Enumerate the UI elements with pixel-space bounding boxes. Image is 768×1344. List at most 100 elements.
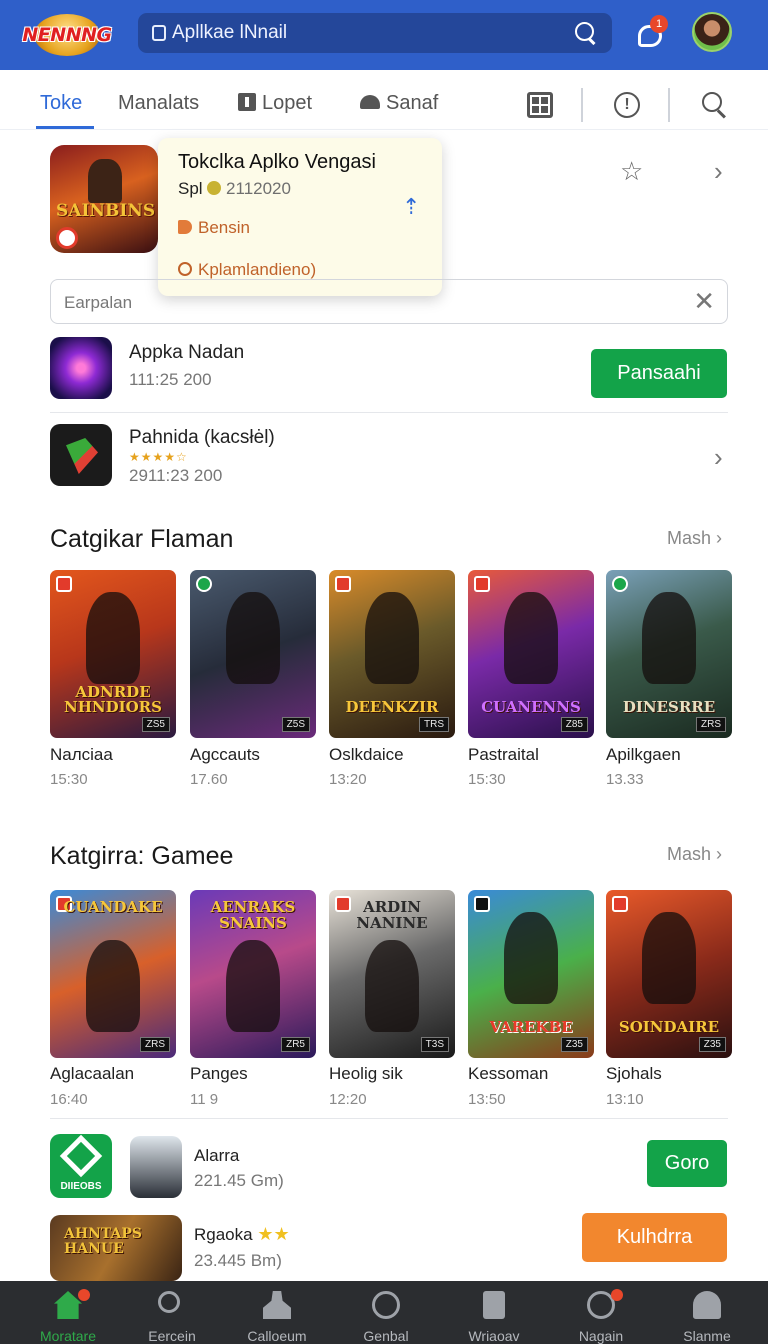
nav-label: Genbal [363,1328,409,1344]
game-card[interactable]: DINESRRE ZRS [606,570,732,738]
app-icon[interactable] [50,424,112,486]
app-logo[interactable]: NENNNG [22,12,112,58]
chevron-right-icon[interactable]: › [714,442,723,473]
card-label[interactable]: Oslkdaice [329,745,404,765]
featured-thumbnail[interactable]: SAINBINS [50,145,158,253]
tab-sanaf[interactable]: Sanaf [360,92,438,115]
game-card[interactable]: DEENKZIR TRS [329,570,455,738]
see-more-link[interactable]: Mash › [667,528,722,549]
app-icon[interactable]: AHNTAPS HANUE [50,1215,182,1281]
app-icon[interactable]: DIIEOBS [50,1134,112,1198]
ribbon-icon [335,576,351,592]
app-icon[interactable] [130,1136,182,1198]
filter-input[interactable]: Earpalan ✕ [50,279,728,324]
nav-item-community[interactable]: Calloeum [229,1281,325,1344]
card-label[interactable]: Agccauts [190,745,260,765]
diamond-icon [59,1134,103,1178]
ribbon-icon [196,576,212,592]
card-label[interactable]: Sjohals [606,1064,662,1084]
nav-label: Moratare [39,1328,97,1344]
game-card[interactable]: VAREKBE Z35 [468,890,594,1058]
search-bar[interactable]: Apllkae lNnail [138,13,612,53]
avatar[interactable] [692,12,732,52]
nav-item-search[interactable]: Eercein [124,1281,220,1344]
app-name[interactable]: Appka Nadan [129,342,244,364]
popup-item-schedule[interactable]: Kplamlandieno) [178,260,316,280]
section-title: Katgirra: Gamee [50,842,234,870]
app-icon[interactable] [50,337,112,399]
thumbnail-badge [56,227,78,249]
game-card[interactable]: CUANDAKE ZRS [50,890,176,1058]
game-card[interactable]: AENRAKS SNAINS ZR5 [190,890,316,1058]
popup-item-bensin[interactable]: Bensin [178,218,250,238]
nav-item-profile[interactable]: Slanme [659,1281,755,1344]
ribbon-icon [474,896,490,912]
nav-label: Eercein [148,1328,196,1344]
tab-lopet[interactable]: Lopet [238,92,312,115]
divider [50,1118,728,1119]
card-time: 15:30 [468,771,506,788]
search-icon[interactable] [574,21,598,45]
tab-toke[interactable]: Toke [40,92,82,115]
game-card[interactable]: SOINDAIRE Z35 [606,890,732,1058]
app-meta: 111:25 200 [129,370,212,389]
card-label[interactable]: Naлciaa [50,745,113,765]
see-more-label: Mash [667,528,712,548]
app-meta: 221.45 Gm) [194,1171,284,1190]
card-label[interactable]: Panges [190,1064,248,1084]
app-name[interactable]: Pahnida (kacsłėl) [129,427,275,449]
search-icon [158,1291,180,1313]
notification-badge: 1 [650,15,668,33]
card-time: 13:10 [606,1091,644,1108]
game-card[interactable]: ARDIN NANINE T3S [329,890,455,1058]
install-button[interactable]: Pansaahi [591,349,727,398]
thumbnail-title: SAINBINS [56,201,156,221]
alert-icon[interactable]: ! [614,92,640,118]
card-tag: ZR5 [281,1037,310,1052]
card-time: 13:50 [468,1091,506,1108]
action-button[interactable]: Kulhdrra [582,1213,727,1262]
nav-item-notifications[interactable]: Nagain [553,1281,649,1344]
search-text[interactable]: Apllkae lNnail [172,22,574,44]
card-art-title: DINESRRE [622,698,716,717]
app-logo-shape [66,438,98,474]
star-icon[interactable]: ☆ [620,156,643,187]
card-time: 17.60 [190,771,228,788]
card-label[interactable]: Apilkgaen [606,745,681,765]
section-title: Catgikar Flaman [50,525,234,553]
get-button[interactable]: Goro [647,1140,727,1187]
card-time: 11 9 [190,1091,219,1108]
coin-icon [207,181,222,195]
app-header: NENNNG Apllkae lNnail 1 [0,0,768,70]
ribbon-icon [474,576,490,592]
card-label[interactable]: Aglacaalan [50,1064,134,1084]
nav-item-general[interactable]: Genbal [338,1281,434,1344]
search-icon[interactable] [702,92,728,118]
game-card[interactable]: ADNRDE NHNDIORS ZS5 [50,570,176,738]
see-more-link[interactable]: Mash › [667,844,722,865]
tab-manalats[interactable]: Manalats [118,92,199,115]
chevron-right-icon[interactable]: › [714,156,723,187]
popup-subtitle: Spl 2112020 [178,179,291,199]
app-name[interactable]: Alarra [194,1146,239,1166]
divider [668,88,670,122]
card-tag: Z5S [281,717,310,732]
close-icon[interactable]: ✕ [693,286,715,317]
app-name[interactable]: Rgaoka ★★ [194,1224,290,1245]
notification-button[interactable]: 1 [636,15,668,51]
card-art-title: VAREKBE [489,1018,573,1037]
poster-title: AHNTAPS HANUE [64,1226,143,1257]
game-card[interactable]: Z5S [190,570,316,738]
nav-item-home[interactable]: Moratare [20,1281,116,1344]
grid-icon[interactable] [527,92,553,118]
clock-icon [178,262,192,276]
game-card[interactable]: CUANENNS Z85 [468,570,594,738]
book-icon [483,1291,505,1319]
card-art-title: CUANENNS [481,698,581,717]
card-label[interactable]: Heolig sik [329,1064,403,1084]
nav-item-library[interactable]: Wriaoav [446,1281,542,1344]
bottom-nav: Moratare Eercein Calloeum Genbal Wriaoav… [0,1281,768,1344]
card-label[interactable]: Kessoman [468,1064,548,1084]
card-label[interactable]: Pastraital [468,745,539,765]
share-arrow-icon[interactable]: ⇡ [402,194,420,220]
